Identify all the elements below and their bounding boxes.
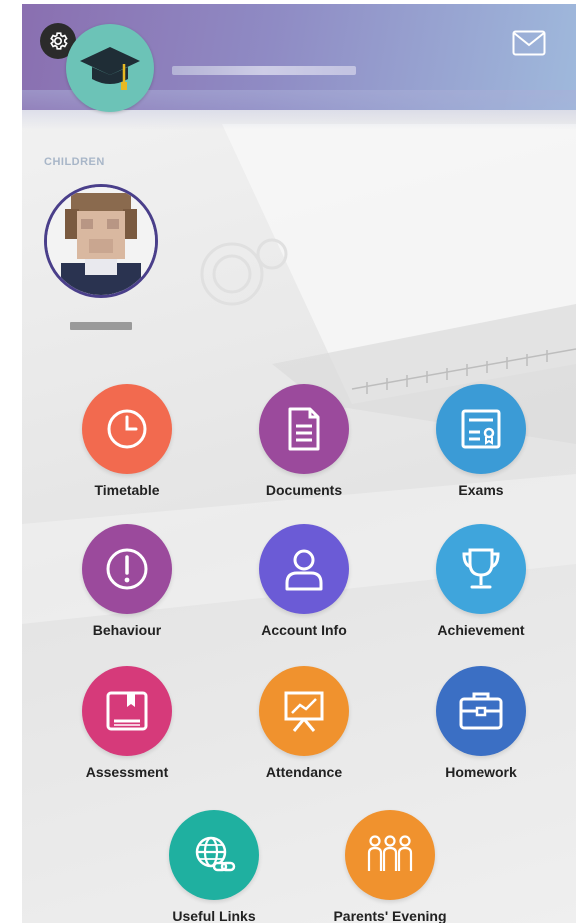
certificate-icon: [461, 409, 501, 449]
tile-achievement[interactable]: Achievement: [411, 524, 551, 638]
tile-behaviour[interactable]: Behaviour: [57, 524, 197, 638]
tile-label: Documents: [265, 482, 343, 498]
exclamation-icon: [106, 548, 148, 590]
tile-parents-evening[interactable]: Parents' Evening: [320, 810, 460, 923]
achievement-circle: [436, 524, 526, 614]
mail-icon: [512, 30, 546, 56]
user-name-redacted: [172, 66, 356, 75]
messages-button[interactable]: [512, 30, 546, 56]
briefcase-icon: [459, 692, 503, 730]
exams-circle: [436, 384, 526, 474]
gear-icon: [50, 32, 68, 50]
tile-label: Exams: [458, 482, 504, 498]
child-avatar[interactable]: [44, 184, 158, 298]
assessment-circle: [82, 666, 172, 756]
tile-label: Parents' Evening: [333, 908, 447, 923]
tile-timetable[interactable]: Timetable: [57, 384, 197, 498]
trophy-icon: [462, 548, 500, 589]
school-logo: [66, 24, 154, 112]
attendance-circle: [259, 666, 349, 756]
tile-exams[interactable]: Exams: [411, 384, 551, 498]
children-section-label: CHILDREN: [44, 156, 105, 168]
child-name-redacted: [70, 322, 132, 330]
app-screen: CHILDREN Timetable Documents Exams Behav…: [22, 4, 576, 923]
tile-label: Attendance: [265, 764, 343, 780]
tile-label: Achievement: [437, 622, 525, 638]
document-icon: [288, 407, 320, 451]
tile-label: Useful Links: [172, 908, 256, 923]
tile-label: Account Info: [261, 622, 347, 638]
presentation-icon: [284, 691, 324, 732]
people-icon: [367, 835, 413, 871]
globe-link-icon: [195, 836, 236, 872]
tile-assessment[interactable]: Assessment: [57, 666, 197, 780]
child-photo-pixelated: [47, 187, 155, 295]
homework-circle: [436, 666, 526, 756]
tile-label: Timetable: [94, 482, 160, 498]
tile-attendance[interactable]: Attendance: [234, 666, 374, 780]
tile-label: Homework: [445, 764, 517, 780]
graduation-cap-icon: [80, 47, 140, 90]
book-icon: [106, 691, 148, 731]
user-icon: [285, 549, 323, 591]
useful-links-circle: [169, 810, 259, 900]
tile-account-info[interactable]: Account Info: [234, 524, 374, 638]
documents-circle: [259, 384, 349, 474]
tile-label: Assessment: [85, 764, 169, 780]
tile-homework[interactable]: Homework: [411, 666, 551, 780]
clock-icon: [107, 409, 147, 449]
parents-evening-circle: [345, 810, 435, 900]
timetable-circle: [82, 384, 172, 474]
tile-label: Behaviour: [92, 622, 162, 638]
tile-documents[interactable]: Documents: [234, 384, 374, 498]
behaviour-circle: [82, 524, 172, 614]
account-info-circle: [259, 524, 349, 614]
tile-useful-links[interactable]: Useful Links: [144, 810, 284, 923]
